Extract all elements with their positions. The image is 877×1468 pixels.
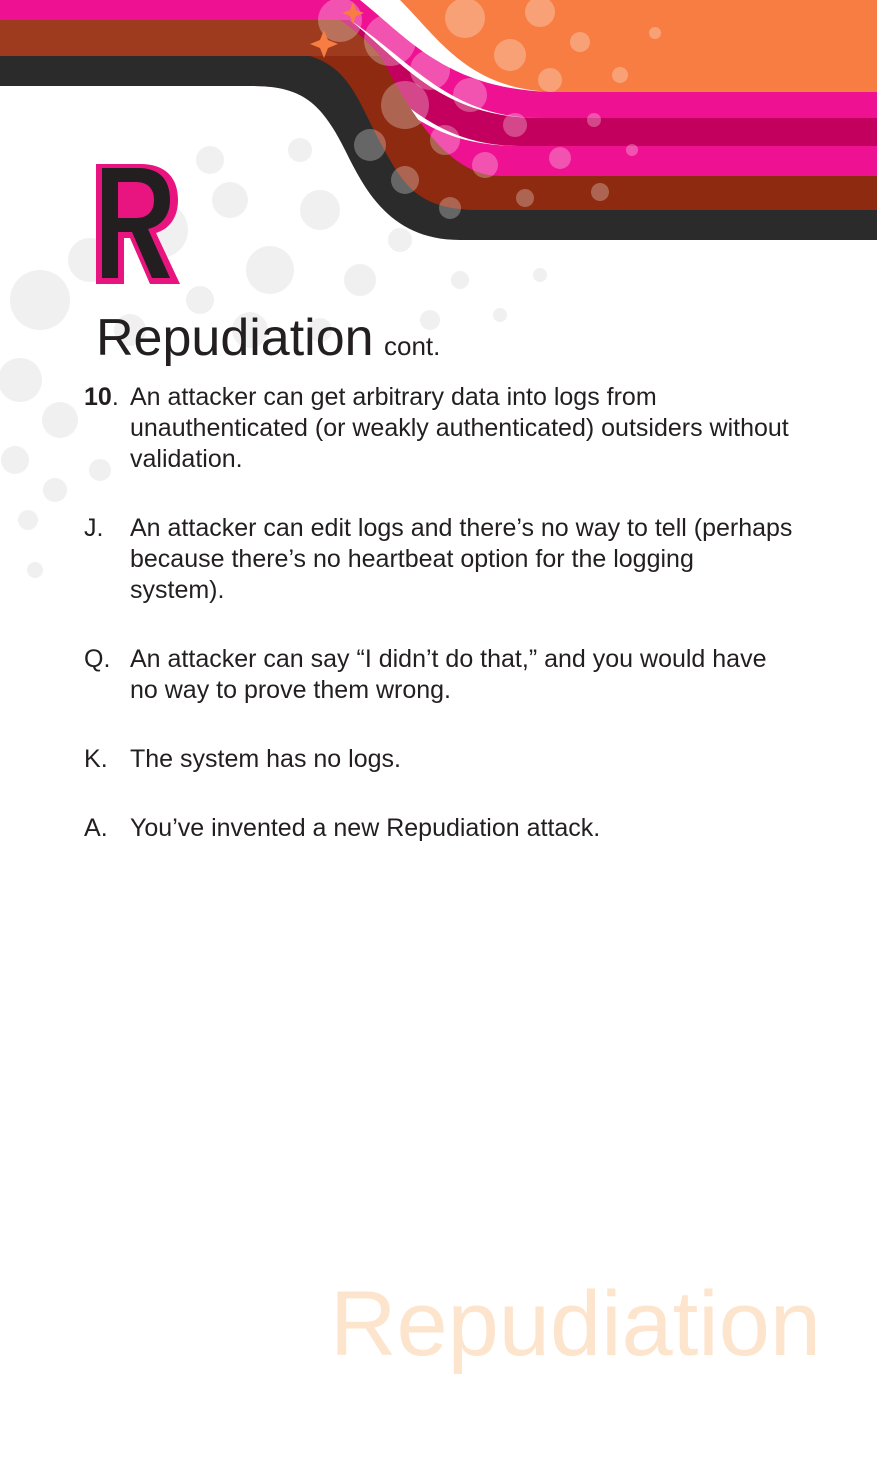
card: Repudiation cont. 10. An attacker can ge… bbox=[0, 0, 877, 1468]
threat-text: An attacker can get arbitrary data into … bbox=[130, 383, 789, 473]
rank-label: 10. bbox=[84, 383, 119, 411]
threat-text: The system has no logs. bbox=[130, 745, 401, 773]
rank-label: K. bbox=[84, 745, 108, 773]
rank-value: A bbox=[84, 814, 101, 842]
rank-value: Q bbox=[84, 645, 104, 673]
card-title: Repudiation cont. bbox=[96, 308, 440, 368]
threat-item-10: 10. An attacker can get arbitrary data i… bbox=[84, 382, 794, 475]
threat-text: An attacker can edit logs and there’s no… bbox=[130, 514, 793, 604]
suit-letter-r-icon bbox=[96, 164, 180, 284]
rank-value: J bbox=[84, 514, 97, 542]
watermark-title: Repudiation bbox=[330, 1273, 822, 1375]
page-title: Repudiation bbox=[96, 309, 374, 367]
threat-item-k: K. The system has no logs. bbox=[84, 744, 794, 775]
threat-list: 10. An attacker can get arbitrary data i… bbox=[84, 382, 794, 882]
rank-label: A. bbox=[84, 814, 108, 842]
threat-text: An attacker can say “I didn’t do that,” … bbox=[130, 645, 767, 704]
threat-item-a: A. You’ve invented a new Repudiation att… bbox=[84, 813, 794, 844]
threat-text: You’ve invented a new Repudiation attack… bbox=[130, 814, 601, 842]
threat-item-j: J. An attacker can edit logs and there’s… bbox=[84, 513, 794, 606]
rank-label: Q. bbox=[84, 645, 111, 673]
rank-value: K bbox=[84, 745, 101, 773]
title-suffix: cont. bbox=[384, 331, 441, 361]
threat-item-q: Q. An attacker can say “I didn’t do that… bbox=[84, 644, 794, 706]
rank-label: J. bbox=[84, 514, 104, 542]
rank-value: 10 bbox=[84, 383, 112, 411]
